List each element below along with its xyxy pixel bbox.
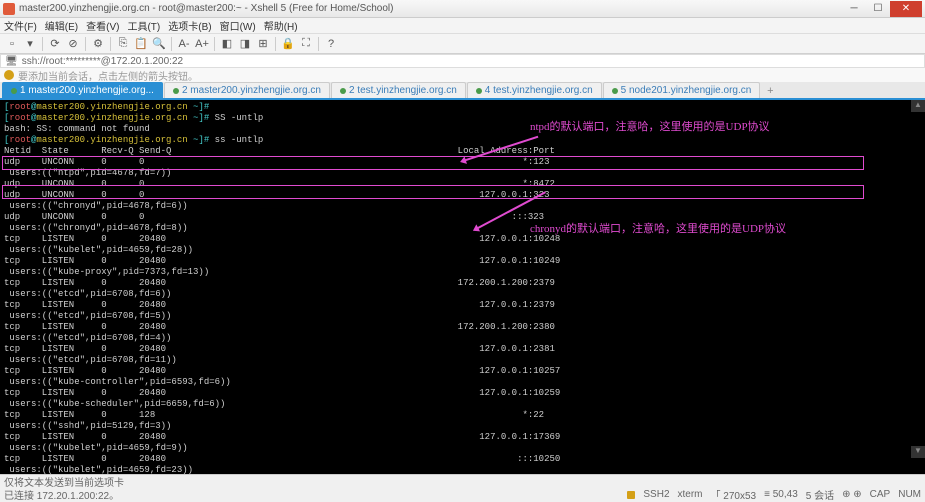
- status-dot-icon: [173, 88, 179, 94]
- add-tab-button[interactable]: +: [763, 84, 777, 98]
- annotation-ntpd: ntpd的默认端口，注意哈，这里使用的是UDP协议: [530, 122, 770, 133]
- session-tab[interactable]: 1 master200.yinzhengjie.org...: [2, 82, 163, 98]
- font-minus-icon[interactable]: A-: [176, 36, 192, 52]
- session-tab[interactable]: 2 master200.yinzhengjie.org.cn: [164, 82, 330, 98]
- menu-edit[interactable]: 编辑(E): [45, 18, 78, 33]
- session-tab[interactable]: 4 test.yinzhengjie.org.cn: [467, 82, 602, 98]
- copy-icon[interactable]: ⎘: [115, 36, 131, 52]
- close-button[interactable]: ✕: [890, 1, 922, 17]
- open-icon[interactable]: ▾: [22, 36, 38, 52]
- help-icon[interactable]: ?: [323, 36, 339, 52]
- session-tab[interactable]: 5 node201.yinzhengjie.org.cn: [603, 82, 761, 98]
- find-icon[interactable]: 🔍: [151, 36, 167, 52]
- window-title: master200.yinzhengjie.org.cn - root@mast…: [19, 3, 842, 14]
- status-cap: CAP: [870, 489, 891, 500]
- session-tabs: 1 master200.yinzhengjie.org...2 master20…: [0, 82, 925, 100]
- font-plus-icon[interactable]: A+: [194, 36, 210, 52]
- hint-icon: [4, 70, 14, 80]
- hint-bar: 要添加当前会话，点击左侧的箭头按钮。: [0, 68, 925, 82]
- toolbar: ▫ ▾ ⟳ ⊘ ⚙ ⎘ 📋 🔍 A- A+ ◧ ◨ ⊞ 🔒 ⛶ ?: [0, 34, 925, 54]
- scroll-down-icon[interactable]: ▼: [911, 446, 925, 458]
- status-dot-icon: [340, 88, 346, 94]
- new-icon[interactable]: ▫: [4, 36, 20, 52]
- app-icon: [3, 3, 15, 15]
- highlight-box: [2, 156, 864, 170]
- minimize-button[interactable]: ─: [842, 1, 866, 17]
- ssl-lock-icon: [627, 491, 635, 499]
- highlight-box: [2, 185, 864, 199]
- titlebar: master200.yinzhengjie.org.cn - root@mast…: [0, 0, 925, 18]
- menu-tools[interactable]: 工具(T): [127, 18, 160, 33]
- tool2-icon[interactable]: ◨: [237, 36, 253, 52]
- status-ssh: SSH2: [643, 489, 669, 500]
- tool1-icon[interactable]: ◧: [219, 36, 235, 52]
- menu-file[interactable]: 文件(F): [4, 18, 37, 33]
- tool3-icon[interactable]: ⊞: [255, 36, 271, 52]
- status-dot-icon: [11, 88, 17, 94]
- fullscreen-icon[interactable]: ⛶: [298, 36, 314, 52]
- menu-view[interactable]: 查看(V): [86, 18, 119, 33]
- disconnect-icon[interactable]: ⊘: [65, 36, 81, 52]
- menu-tabs[interactable]: 选项卡(B): [168, 18, 211, 33]
- terminal[interactable]: [root@master200.yinzhengjie.org.cn ~]# […: [0, 100, 925, 486]
- status-num: NUM: [898, 489, 921, 500]
- status-term: xterm: [678, 489, 703, 500]
- maximize-button[interactable]: ☐: [866, 1, 890, 17]
- hint-text: 要添加当前会话，点击左侧的箭头按钮。: [18, 68, 198, 83]
- paste-icon[interactable]: 📋: [133, 36, 149, 52]
- scroll-up-icon[interactable]: ▲: [911, 100, 925, 112]
- lock-icon[interactable]: 🔒: [280, 36, 296, 52]
- status-dot-icon: [612, 88, 618, 94]
- menubar: 文件(F) 编辑(E) 查看(V) 工具(T) 选项卡(B) 窗口(W) 帮助(…: [0, 18, 925, 34]
- menu-window[interactable]: 窗口(W): [220, 18, 256, 33]
- props-icon[interactable]: ⚙: [90, 36, 106, 52]
- address-bar[interactable]: 🖥ssh://root:*********@172.20.1.200:22: [0, 54, 925, 68]
- reconnect-icon[interactable]: ⟳: [47, 36, 63, 52]
- annotation-chronyd: chronyd的默认端口，注意哈，这里使用的是UDP协议: [530, 224, 786, 235]
- scrollbar[interactable]: ▲ ▼: [911, 100, 925, 472]
- status-dot-icon: [476, 88, 482, 94]
- session-tab[interactable]: 2 test.yinzhengjie.org.cn: [331, 82, 466, 98]
- statusbar: 仅将文本发送到当前选项卡 已连接 172.20.1.200:22。 SSH2 x…: [0, 474, 925, 500]
- menu-help[interactable]: 帮助(H): [264, 18, 298, 33]
